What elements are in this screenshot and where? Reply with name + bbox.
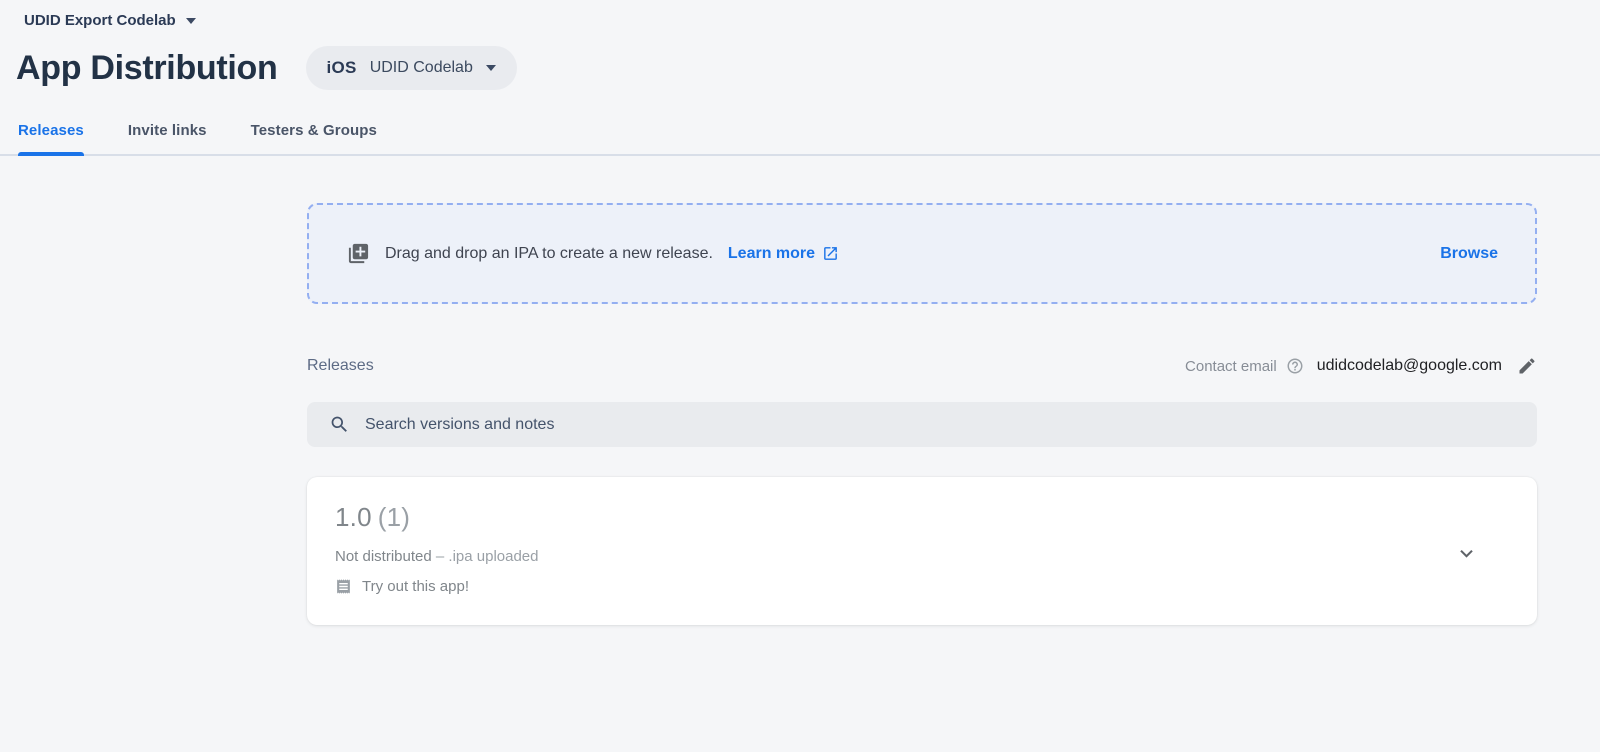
ios-platform-icon: iOS [327,58,357,78]
version-number: 1.0 [335,502,372,532]
help-icon[interactable] [1286,357,1304,375]
releases-section-title: Releases [307,357,374,375]
browse-button[interactable]: Browse [1440,245,1498,263]
project-switcher[interactable]: UDID Export Codelab [24,12,196,29]
release-note: Try out this app! [335,578,1509,595]
contact-email-group: Contact email udidcodelab@google.com [1185,356,1537,376]
app-selector[interactable]: iOS UDID Codelab [306,46,517,90]
expand-release-icon[interactable] [1454,541,1479,566]
tab-testers-groups[interactable]: Testers & Groups [251,116,377,154]
library-add-icon [347,242,370,265]
dropzone-message: Drag and drop an IPA to create a new rel… [385,245,713,263]
ipa-dropzone[interactable]: Drag and drop an IPA to create a new rel… [307,203,1537,304]
release-card[interactable]: 1.0(1) Not distributed – .ipa uploaded T… [307,477,1537,625]
status-separator: – [436,548,444,565]
header: App Distribution iOS UDID Codelab [16,46,1600,90]
search-input[interactable] [365,416,1515,434]
app-selector-label: UDID Codelab [370,59,473,77]
main-content: Drag and drop an IPA to create a new rel… [307,203,1537,625]
learn-more-label: Learn more [728,245,815,263]
dropzone-message-group: Drag and drop an IPA to create a new rel… [347,242,839,265]
chevron-down-icon [486,65,496,71]
release-notes-icon [335,578,352,595]
edit-icon[interactable] [1517,356,1537,376]
learn-more-link[interactable]: Learn more [728,245,839,263]
page-title: App Distribution [16,49,278,88]
contact-email-value: udidcodelab@google.com [1317,357,1502,375]
search-bar[interactable] [307,402,1537,447]
chevron-down-icon [186,18,196,24]
releases-section-header: Releases Contact email udidcodelab@googl… [307,356,1537,376]
release-version: 1.0(1) [335,502,1509,533]
tab-bar: Releases Invite links Testers & Groups [0,116,1600,156]
tab-releases[interactable]: Releases [18,116,84,154]
tab-invite-links[interactable]: Invite links [128,116,207,154]
release-status: Not distributed – .ipa uploaded [335,548,1509,565]
build-number: (1) [378,502,410,532]
project-name: UDID Export Codelab [24,12,176,29]
release-note-text: Try out this app! [362,578,469,595]
status-text: Not distributed [335,548,432,565]
contact-email-label: Contact email [1185,358,1277,375]
status-detail: .ipa uploaded [448,548,538,565]
search-icon [329,414,350,435]
open-in-new-icon [822,245,839,262]
